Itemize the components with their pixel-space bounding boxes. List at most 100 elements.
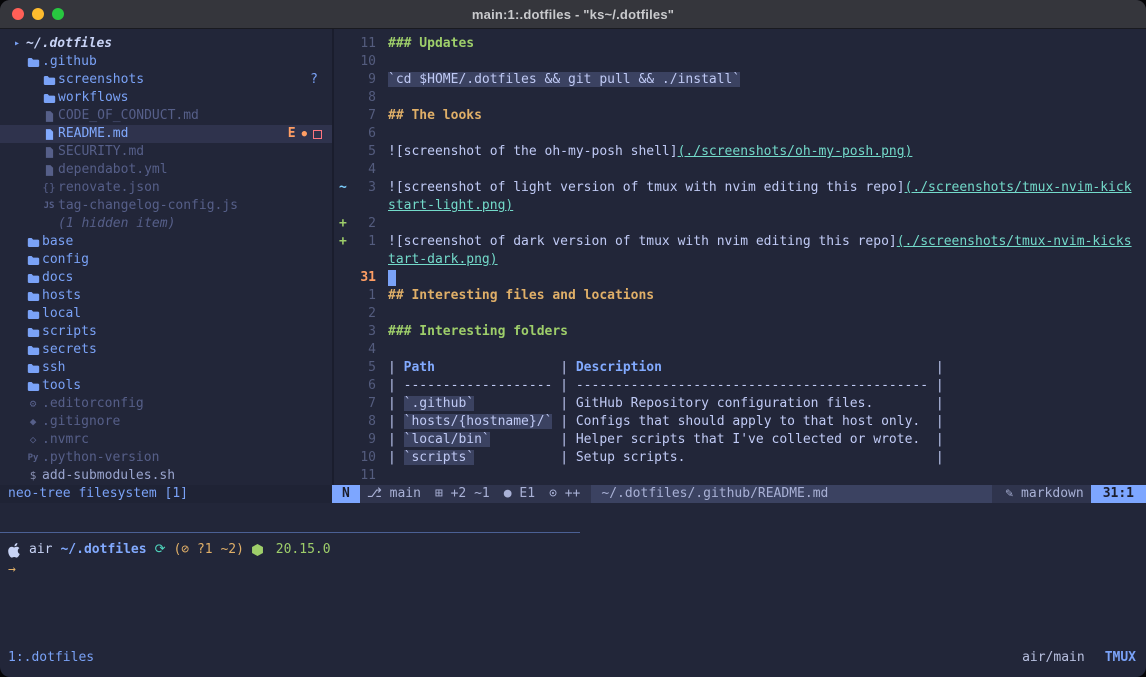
editor-line[interactable]: 31	[334, 269, 1146, 287]
tree-item--editorconfig[interactable]: ⚙.editorconfig	[0, 395, 332, 413]
tree-item-label: README.md	[58, 125, 128, 143]
editor-line[interactable]: 9`cd $HOME/.dotfiles && git pull && ./in…	[334, 71, 1146, 89]
terminal-window: main:1:.dotfiles - "ks~/.dotfiles" ▸~/.d…	[0, 0, 1146, 677]
tree-item-label: secrets	[42, 341, 97, 359]
sign-column	[334, 323, 350, 341]
line-number: 2	[350, 305, 376, 323]
status-badge: ●	[302, 125, 307, 143]
editor-line[interactable]: 1## Interesting files and locations	[334, 287, 1146, 305]
folder-icon	[24, 381, 42, 392]
markdown-icon	[40, 111, 58, 122]
tmux-statusbar: 1:.dotfiles air/main TMUX	[0, 641, 1146, 677]
editor-line[interactable]: 3### Interesting folders	[334, 323, 1146, 341]
tree-item-label: dependabot.yml	[58, 161, 168, 179]
close-button[interactable]	[12, 8, 24, 20]
window-title: main:1:.dotfiles - "ks~/.dotfiles"	[0, 7, 1146, 22]
tree-item-renovate-json[interactable]: {}renovate.json	[0, 179, 332, 197]
tree-item-screenshots[interactable]: screenshots?	[0, 71, 332, 89]
tree-item-ssh[interactable]: ssh	[0, 359, 332, 377]
tree-item--gitignore[interactable]: ◆.gitignore	[0, 413, 332, 431]
editor-line[interactable]: 10	[334, 53, 1146, 71]
tree-item-label: hosts	[42, 287, 81, 305]
tree-item-secrets[interactable]: secrets	[0, 341, 332, 359]
editor-line[interactable]: 7| `.github` | GitHub Repository configu…	[334, 395, 1146, 413]
editor-line[interactable]: 6| ------------------- | ---------------…	[334, 377, 1146, 395]
sign-column	[334, 377, 350, 395]
editor-line[interactable]: 4	[334, 161, 1146, 179]
tree-item-label: .nvmrc	[42, 431, 89, 449]
neotree-panel[interactable]: ▸~/.dotfiles.githubscreenshots?workflows…	[0, 29, 332, 485]
tree-item-base[interactable]: base	[0, 233, 332, 251]
editor-line[interactable]: 11	[334, 467, 1146, 485]
folder-icon	[24, 255, 42, 266]
line-number: 6	[350, 125, 376, 143]
line-text: ### Interesting folders	[388, 323, 568, 341]
tree-item-readme-md[interactable]: README.mdE●	[0, 125, 332, 143]
chevron-icon: ▸	[8, 35, 26, 53]
tree-item--1-hidden-item-[interactable]: (1 hidden item)	[0, 215, 332, 233]
folder-icon	[24, 237, 42, 248]
tree-item--github[interactable]: .github	[0, 53, 332, 71]
tree-item-label: ssh	[42, 359, 65, 377]
tree-item-scripts[interactable]: scripts	[0, 323, 332, 341]
editor-line[interactable]: 5| Path | Description |	[334, 359, 1146, 377]
lualine-statusline: N⎇ main⊞ +2 ~1● E1⊙ ++~/.dotfiles/.githu…	[332, 485, 1146, 503]
modified-square-icon	[313, 130, 322, 139]
apple-icon	[8, 543, 21, 558]
editor-line[interactable]: 11### Updates	[334, 35, 1146, 53]
editor-line[interactable]: +1![screenshot of dark version of tmux w…	[334, 233, 1146, 251]
shell-pane[interactable]: air~/.dotfiles⟳(⊘ ?1 ~2) 20.15.0 →	[0, 533, 1146, 641]
editor-line[interactable]: ~3![screenshot of light version of tmux …	[334, 179, 1146, 197]
tree-item-label: .python-version	[42, 449, 159, 467]
tree-item-tools[interactable]: tools	[0, 377, 332, 395]
line-text: | `scripts` | Setup scripts. |	[388, 449, 944, 467]
line-text: | `.github` | GitHub Repository configur…	[388, 395, 944, 413]
tree-item--nvmrc[interactable]: ◇.nvmrc	[0, 431, 332, 449]
tree-item--dotfiles[interactable]: ▸~/.dotfiles	[0, 35, 332, 53]
editor-line[interactable]: tart-dark.png)	[334, 251, 1146, 269]
gear-icon: ⚙	[24, 395, 42, 413]
folder-icon	[24, 309, 42, 320]
tree-item-add-submodules-sh[interactable]: $add-submodules.sh	[0, 467, 332, 485]
markdown-icon	[40, 129, 58, 140]
sign-column	[334, 143, 350, 161]
tree-item-config[interactable]: config	[0, 251, 332, 269]
zoom-button[interactable]	[52, 8, 64, 20]
editor-line[interactable]: 6	[334, 125, 1146, 143]
tree-item-dependabot-yml[interactable]: dependabot.yml	[0, 161, 332, 179]
minimize-button[interactable]	[32, 8, 44, 20]
editor-line[interactable]: 7## The looks	[334, 107, 1146, 125]
tree-item-workflows[interactable]: workflows	[0, 89, 332, 107]
folder-icon	[24, 345, 42, 356]
editor-line[interactable]: 8| `hosts/{hostname}/` | Configs that sh…	[334, 413, 1146, 431]
tree-item-code-of-conduct-md[interactable]: CODE_OF_CONDUCT.md	[0, 107, 332, 125]
editor-line[interactable]: 9| `local/bin` | Helper scripts that I'v…	[334, 431, 1146, 449]
line-number: 5	[350, 359, 376, 377]
editor-line[interactable]: start-light.png)	[334, 197, 1146, 215]
tree-item-local[interactable]: local	[0, 305, 332, 323]
tree-item-hosts[interactable]: hosts	[0, 287, 332, 305]
line-text: start-light.png)	[388, 197, 513, 215]
editor-line[interactable]: 4	[334, 341, 1146, 359]
tree-item-tag-changelog-config-js[interactable]: JStag-changelog-config.js	[0, 197, 332, 215]
editor-line[interactable]: 10| `scripts` | Setup scripts. |	[334, 449, 1146, 467]
tree-item--python-version[interactable]: Py.python-version	[0, 449, 332, 467]
sign-column	[334, 467, 350, 485]
tree-item-label: .github	[42, 53, 97, 71]
line-number: 8	[350, 413, 376, 431]
line-number: 10	[350, 53, 376, 71]
git-icon: ◆	[24, 413, 42, 431]
cwd: ~/.dotfiles	[60, 541, 146, 559]
line-number: 9	[350, 71, 376, 89]
tree-item-security-md[interactable]: SECURITY.md	[0, 143, 332, 161]
sign-column	[334, 251, 350, 269]
editor-line[interactable]: 5![screenshot of the oh-my-posh shell](.…	[334, 143, 1146, 161]
folder-icon	[24, 273, 42, 284]
tree-item-docs[interactable]: docs	[0, 269, 332, 287]
editor-line[interactable]: 8	[334, 89, 1146, 107]
editor-line[interactable]: +2	[334, 215, 1146, 233]
folder-icon	[24, 57, 42, 68]
editor-line[interactable]: 2	[334, 305, 1146, 323]
tmux-window-label[interactable]: 1:.dotfiles	[8, 649, 94, 667]
editor-panel[interactable]: 11### Updates109`cd $HOME/.dotfiles && g…	[332, 29, 1146, 485]
